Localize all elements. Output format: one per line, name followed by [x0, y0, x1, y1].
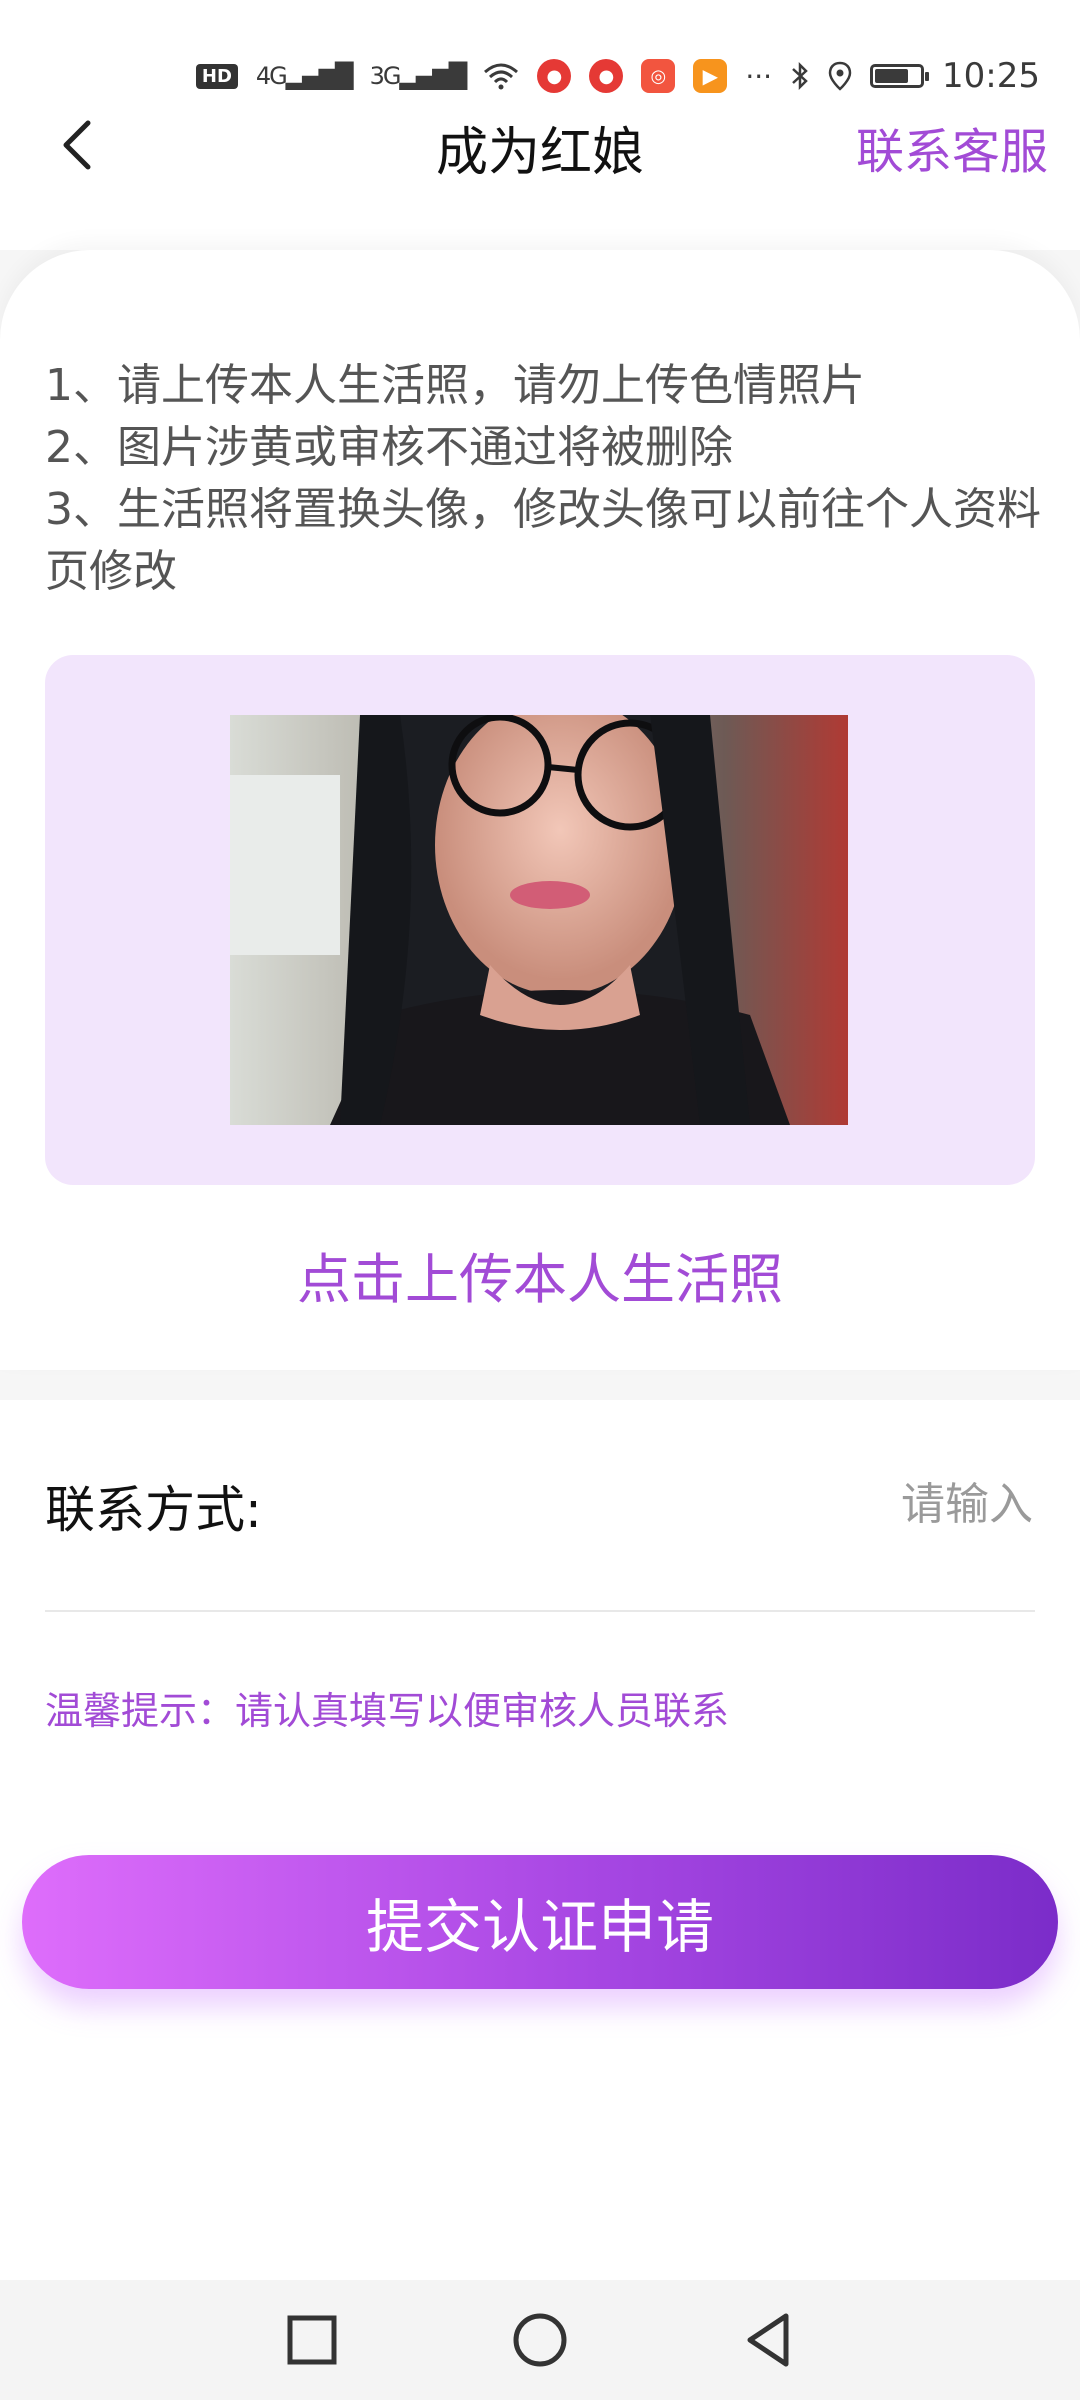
upload-card: 1、请上传本人生活照，请勿上传色情照片 2、图片涉黄或审核不通过将被删除 3、生…	[0, 250, 1080, 1370]
signal-3g-icon: 3G ▂▄▆█	[369, 62, 468, 90]
contact-form: 联系方式: 温馨提示：请认真填写以便审核人员联系 提交认证申请	[0, 1400, 1080, 2280]
upload-photo-link[interactable]: 点击上传本人生活照	[0, 1235, 1080, 1314]
rule-item: 1、请上传本人生活照，请勿上传色情照片	[45, 360, 865, 411]
hd-icon: HD	[195, 63, 238, 89]
header: 成为红娘 联系客服	[0, 100, 1080, 250]
circle-icon	[513, 2313, 567, 2367]
contact-label: 联系方式:	[45, 1481, 262, 1539]
square-icon	[287, 2315, 337, 2365]
back-nav-button[interactable]	[738, 2310, 798, 2370]
home-button[interactable]	[510, 2310, 570, 2370]
battery-level	[875, 69, 909, 83]
recent-apps-button[interactable]	[282, 2310, 342, 2370]
app-notification-icon: ◎	[641, 59, 676, 93]
system-nav-bar	[0, 2280, 1080, 2400]
status-time: 10:25	[942, 56, 1040, 96]
contact-input[interactable]	[511, 1468, 1035, 1540]
status-bar: HD 4G ▂▄▆█ 3G ▂▄▆█ ● ● ◎ ▶ ··· 10:25	[0, 0, 1080, 100]
contact-support-link[interactable]: 联系客服	[856, 112, 1048, 182]
contact-tip: 温馨提示：请认真填写以便审核人员联系	[45, 1689, 730, 1733]
bluetooth-icon	[790, 61, 810, 91]
photo-upload-area[interactable]	[45, 655, 1035, 1185]
location-icon	[828, 61, 852, 91]
app-notification-icon: ●	[589, 59, 624, 93]
signal-4g-icon: 4G ▂▄▆█	[255, 62, 354, 90]
wifi-icon	[483, 62, 519, 90]
rule-item: 2、图片涉黄或审核不通过将被删除	[45, 422, 733, 473]
app-notification-icon: ●	[537, 59, 572, 93]
submit-button[interactable]: 提交认证申请	[22, 1855, 1058, 1989]
more-icon: ···	[745, 59, 773, 93]
page: HD 4G ▂▄▆█ 3G ▂▄▆█ ● ● ◎ ▶ ··· 10:25 成为红…	[0, 0, 1080, 2400]
video-app-icon: ▶	[693, 59, 728, 93]
uploaded-photo	[230, 715, 848, 1125]
triangle-back-icon	[747, 2313, 789, 2367]
rule-item: 3、生活照将置换头像，修改头像可以前往个人资料页修改	[45, 484, 1041, 597]
upload-rules: 1、请上传本人生活照，请勿上传色情照片 2、图片涉黄或审核不通过将被删除 3、生…	[45, 355, 1045, 603]
status-icons: HD 4G ▂▄▆█ 3G ▂▄▆█ ● ● ◎ ▶ ··· 10:25	[195, 56, 1040, 96]
battery-icon	[870, 64, 930, 88]
contact-row: 联系方式:	[45, 1400, 1035, 1612]
